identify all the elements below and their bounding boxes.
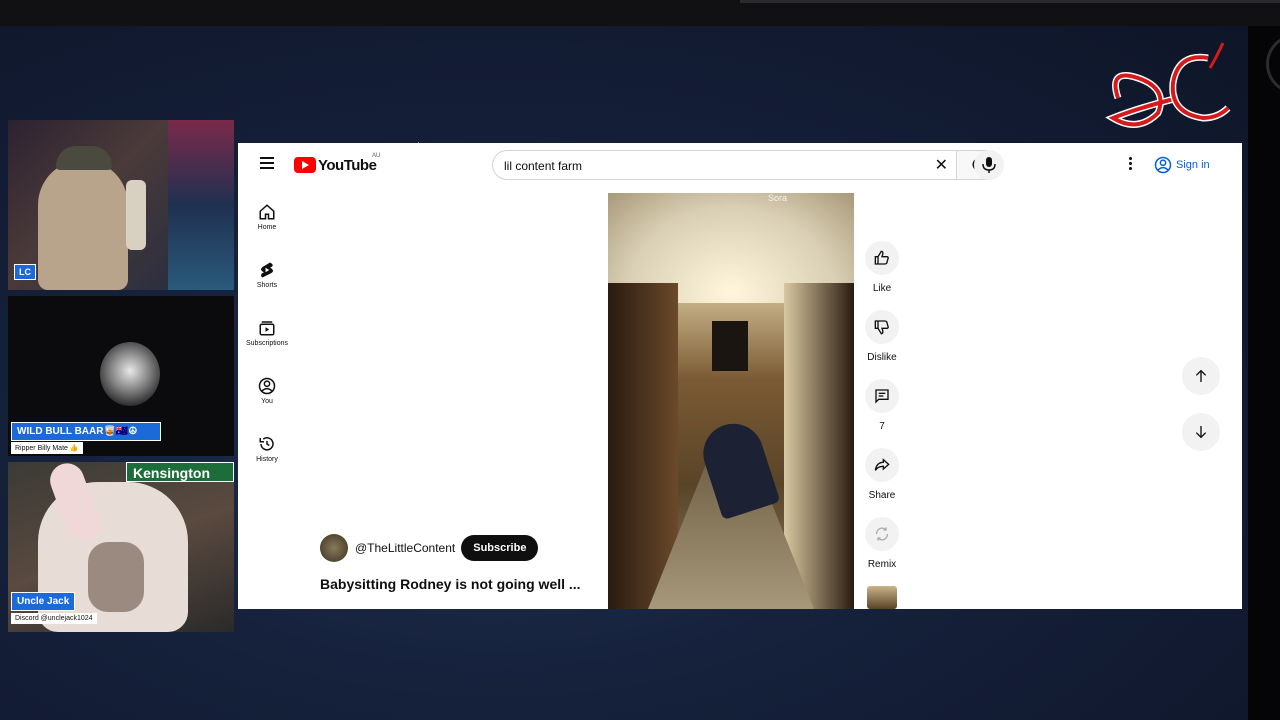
short-title[interactable]: Babysitting Rodney is not going well ... bbox=[320, 576, 581, 592]
video-watermark: Sora bbox=[768, 193, 788, 203]
dislike-circle bbox=[865, 310, 899, 344]
comments-count: 7 bbox=[879, 421, 885, 432]
guest-face bbox=[88, 542, 144, 612]
sidebar-item-you[interactable]: You bbox=[242, 377, 292, 405]
share-label: Share bbox=[868, 490, 896, 501]
voice-search-button[interactable] bbox=[974, 150, 1004, 180]
right-edge-panel bbox=[1248, 26, 1280, 720]
youtube-wordmark: YouTube bbox=[318, 156, 377, 174]
clear-search-icon[interactable]: ✕ bbox=[935, 155, 948, 175]
video-left-wall bbox=[608, 283, 678, 609]
youtube-play-icon bbox=[294, 157, 316, 173]
guest-avatar bbox=[100, 342, 160, 406]
channel-row: @TheLittleContent Subscribe bbox=[320, 534, 539, 562]
sidebar-item-label: You bbox=[261, 398, 273, 405]
like-button[interactable]: Like bbox=[864, 241, 900, 294]
microphone-icon bbox=[982, 157, 996, 173]
sign-in-label: Sign in bbox=[1176, 159, 1210, 171]
sidebar-item-subscriptions[interactable]: Subscriptions bbox=[242, 319, 292, 347]
youtube-header: YouTube AU lil content farm ✕ Sign in bbox=[238, 143, 1242, 187]
channel-handle[interactable]: @TheLittleContent bbox=[355, 541, 455, 555]
comments-circle bbox=[865, 379, 899, 413]
streamer-figure bbox=[38, 160, 128, 290]
sidebar-item-history[interactable]: History bbox=[242, 435, 292, 463]
like-label: Like bbox=[872, 283, 892, 294]
cam-name-label: LC bbox=[14, 264, 36, 280]
history-icon bbox=[259, 437, 274, 451]
webcam-lc: LC bbox=[8, 120, 234, 290]
comments-button[interactable]: 7 bbox=[864, 379, 900, 432]
webcam-wild-bull: WILD BULL BAAR🥃🇦🇺☮ Ripper Billy Mate 👍 bbox=[8, 296, 234, 456]
previous-short-button[interactable] bbox=[1182, 357, 1220, 395]
video-hallway-end bbox=[712, 321, 748, 371]
shorts-icon bbox=[261, 262, 273, 278]
video-right-wall bbox=[784, 283, 854, 609]
account-icon bbox=[1154, 156, 1172, 174]
home-icon bbox=[259, 204, 275, 220]
share-button[interactable]: Share bbox=[864, 448, 900, 501]
like-circle bbox=[865, 241, 899, 275]
thumbs-up-icon bbox=[874, 250, 889, 265]
cam-sub-label: Discord @unclejack1024 bbox=[11, 613, 97, 624]
streamer-hat bbox=[56, 146, 112, 170]
sidebar-item-shorts[interactable]: Shorts bbox=[242, 261, 292, 289]
channel-avatar[interactable] bbox=[320, 534, 348, 562]
short-video-player[interactable]: Sora bbox=[608, 193, 854, 609]
top-strip bbox=[740, 0, 1280, 3]
region-code: AU bbox=[372, 153, 381, 159]
sidebar-item-label: Home bbox=[257, 224, 277, 231]
sidebar-item-label: Subscriptions bbox=[245, 340, 289, 347]
cam-background-shelf bbox=[168, 120, 234, 290]
menu-icon[interactable] bbox=[260, 157, 274, 169]
next-short-button[interactable] bbox=[1182, 413, 1220, 451]
street-sign: Kensington bbox=[126, 462, 234, 482]
dislike-label: Dislike bbox=[867, 352, 897, 363]
sidebar-item-home[interactable]: Home bbox=[242, 203, 292, 231]
arrow-down-icon bbox=[1195, 426, 1207, 439]
remix-button[interactable]: Remix bbox=[864, 517, 900, 570]
subscribe-button[interactable]: Subscribe bbox=[461, 535, 539, 561]
sidebar-item-label: History bbox=[256, 456, 278, 463]
sign-in-button[interactable]: Sign in bbox=[1154, 155, 1210, 175]
youtube-window: YouTube AU lil content farm ✕ Sign in Ho… bbox=[238, 143, 1242, 609]
more-options-icon[interactable] bbox=[1124, 155, 1136, 175]
arrow-up-icon bbox=[1195, 369, 1207, 382]
cam-sub-label: Ripper Billy Mate 👍 bbox=[11, 442, 83, 454]
thumbs-down-icon bbox=[874, 320, 889, 335]
cam-name-label: WILD BULL BAAR🥃🇦🇺☮ bbox=[11, 422, 161, 441]
remix-label: Remix bbox=[867, 559, 897, 570]
share-circle bbox=[865, 448, 899, 482]
dislike-button[interactable]: Dislike bbox=[864, 310, 900, 363]
sidebar-item-label: Shorts bbox=[256, 282, 278, 289]
remix-source-thumbnail[interactable] bbox=[867, 586, 897, 609]
youtube-logo[interactable]: YouTube AU bbox=[294, 153, 380, 175]
lc-logo bbox=[1105, 42, 1231, 128]
bottle bbox=[126, 180, 146, 250]
cam-name-label: Uncle Jack bbox=[11, 592, 76, 611]
comment-icon bbox=[875, 389, 889, 404]
remix-circle bbox=[865, 517, 899, 551]
you-icon bbox=[258, 377, 276, 395]
webcam-uncle-jack: Kensington Uncle Jack Discord @unclejack… bbox=[8, 462, 234, 632]
remix-icon bbox=[876, 527, 888, 541]
window-top-bar bbox=[0, 0, 1280, 26]
share-icon bbox=[874, 458, 890, 471]
search-input[interactable]: lil content farm ✕ bbox=[492, 150, 956, 180]
edge-curve bbox=[1266, 34, 1280, 94]
search-query[interactable]: lil content farm bbox=[504, 159, 582, 173]
subscriptions-icon bbox=[259, 321, 275, 336]
